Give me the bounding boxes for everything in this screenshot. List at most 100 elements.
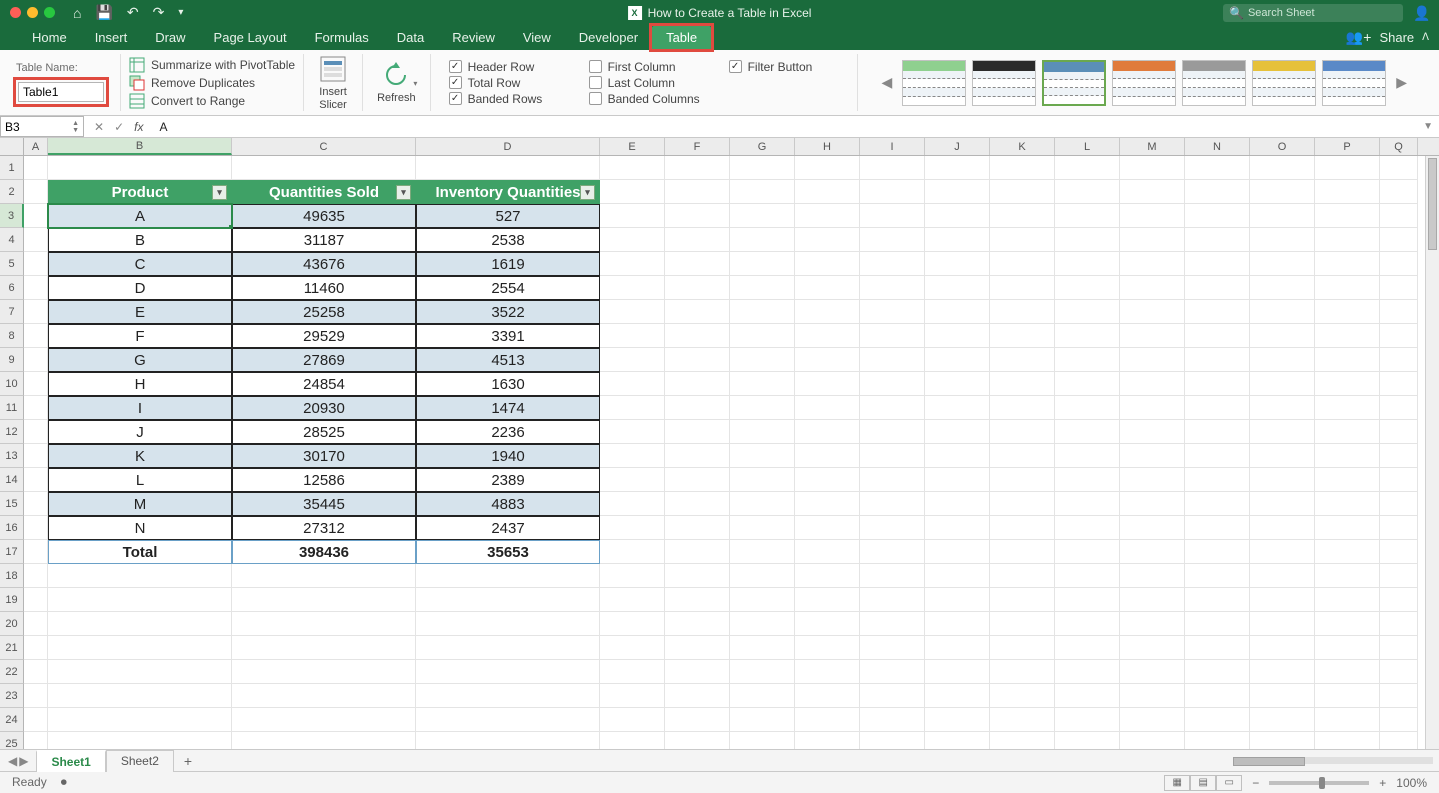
cell[interactable]: G <box>48 348 232 372</box>
table-style-swatch[interactable] <box>1112 60 1176 106</box>
row-header[interactable]: 21 <box>0 636 24 660</box>
remove-duplicates-button[interactable]: Remove Duplicates <box>129 75 295 91</box>
cell[interactable] <box>232 156 416 180</box>
cell[interactable] <box>795 612 860 636</box>
cell[interactable] <box>1120 588 1185 612</box>
cell[interactable] <box>860 660 925 684</box>
cell[interactable] <box>24 636 48 660</box>
cell[interactable] <box>795 588 860 612</box>
cell[interactable] <box>925 372 990 396</box>
cell[interactable] <box>795 516 860 540</box>
row-header[interactable]: 11 <box>0 396 24 420</box>
sheet-nav-next-icon[interactable]: ▶ <box>19 754 28 768</box>
insert-slicer-button[interactable]: Insert Slicer <box>304 54 363 111</box>
cell[interactable] <box>860 372 925 396</box>
cell[interactable] <box>730 492 795 516</box>
cell[interactable] <box>232 660 416 684</box>
column-header[interactable]: F <box>665 138 730 155</box>
row-header[interactable]: 3 <box>0 204 24 228</box>
cell[interactable] <box>795 660 860 684</box>
cell[interactable] <box>860 300 925 324</box>
table-style-swatch[interactable] <box>902 60 966 106</box>
row-header[interactable]: 12 <box>0 420 24 444</box>
cell[interactable] <box>1055 708 1120 732</box>
cell[interactable] <box>925 156 990 180</box>
cell[interactable] <box>600 300 665 324</box>
cell[interactable] <box>1380 252 1418 276</box>
cell[interactable] <box>1315 492 1380 516</box>
cell[interactable] <box>1250 732 1315 749</box>
cell[interactable] <box>665 444 730 468</box>
cell[interactable] <box>1185 660 1250 684</box>
cell[interactable]: K <box>48 444 232 468</box>
cell[interactable] <box>925 468 990 492</box>
cell[interactable] <box>730 732 795 749</box>
cell[interactable] <box>600 444 665 468</box>
cell[interactable] <box>1185 468 1250 492</box>
cell[interactable] <box>48 660 232 684</box>
cell[interactable]: 29529 <box>232 324 416 348</box>
collapse-ribbon-icon[interactable]: ᐱ <box>1422 32 1429 43</box>
first-column-checkbox[interactable]: First Column <box>589 60 699 74</box>
cell[interactable] <box>1055 180 1120 204</box>
cell[interactable] <box>600 204 665 228</box>
horizontal-scrollbar[interactable] <box>1233 757 1433 764</box>
sheet-nav-prev-icon[interactable]: ◀ <box>8 754 17 768</box>
cell[interactable]: 35653 <box>416 540 600 564</box>
cell[interactable]: 2538 <box>416 228 600 252</box>
row-header[interactable]: 15 <box>0 492 24 516</box>
cell[interactable] <box>795 444 860 468</box>
cell[interactable]: D <box>48 276 232 300</box>
cell[interactable] <box>1185 228 1250 252</box>
cell[interactable] <box>795 156 860 180</box>
cell[interactable] <box>1315 636 1380 660</box>
cell[interactable] <box>1055 684 1120 708</box>
cell[interactable] <box>795 228 860 252</box>
add-sheet-button[interactable]: + <box>174 753 202 769</box>
summarize-with-pivottable-button[interactable]: Summarize with PivotTable <box>129 57 295 73</box>
cell[interactable] <box>1315 204 1380 228</box>
cell[interactable] <box>1185 492 1250 516</box>
cell[interactable] <box>925 684 990 708</box>
share-icon[interactable]: 👥+ <box>1346 29 1372 46</box>
cell[interactable] <box>416 660 600 684</box>
cell[interactable] <box>1185 204 1250 228</box>
cell[interactable] <box>1055 228 1120 252</box>
cell[interactable] <box>1185 732 1250 749</box>
last-column-checkbox[interactable]: Last Column <box>589 76 699 90</box>
cell[interactable] <box>860 492 925 516</box>
ribbon-tab-formulas[interactable]: Formulas <box>301 26 383 49</box>
cell[interactable] <box>1055 492 1120 516</box>
cell[interactable] <box>925 252 990 276</box>
cell[interactable] <box>990 636 1055 660</box>
cell[interactable] <box>1380 156 1418 180</box>
cell[interactable] <box>1055 300 1120 324</box>
cell[interactable] <box>232 588 416 612</box>
cell[interactable] <box>925 660 990 684</box>
cell[interactable] <box>232 708 416 732</box>
cell[interactable] <box>1250 660 1315 684</box>
cell[interactable] <box>1185 540 1250 564</box>
cell[interactable] <box>860 276 925 300</box>
undo-icon[interactable]: ↶ <box>127 4 139 21</box>
normal-view-button[interactable]: ▦ <box>1164 775 1190 791</box>
filter-dropdown-icon[interactable]: ▾ <box>396 185 411 200</box>
cell[interactable]: A <box>48 204 232 228</box>
cell[interactable]: F <box>48 324 232 348</box>
cell[interactable] <box>48 684 232 708</box>
cell[interactable] <box>990 276 1055 300</box>
cell[interactable] <box>665 564 730 588</box>
cell[interactable] <box>990 468 1055 492</box>
cell[interactable] <box>24 396 48 420</box>
cell[interactable] <box>232 564 416 588</box>
cell[interactable] <box>24 372 48 396</box>
cell[interactable] <box>665 276 730 300</box>
table-style-swatch[interactable] <box>1042 60 1106 106</box>
cell[interactable] <box>1055 420 1120 444</box>
cell[interactable]: J <box>48 420 232 444</box>
cell[interactable] <box>1315 516 1380 540</box>
cell[interactable] <box>1120 684 1185 708</box>
cell[interactable] <box>925 732 990 749</box>
cell[interactable] <box>24 180 48 204</box>
cell[interactable] <box>665 180 730 204</box>
